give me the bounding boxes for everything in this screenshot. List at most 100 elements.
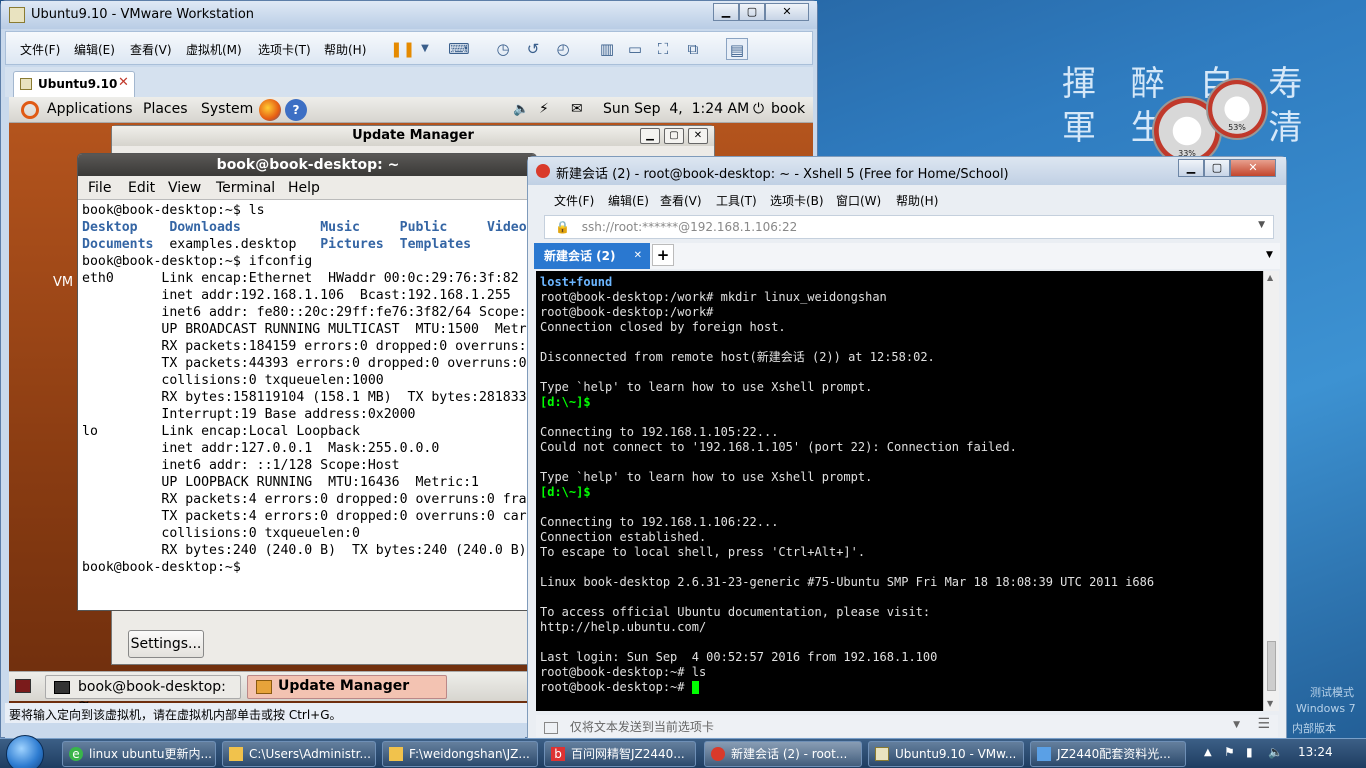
menu-file[interactable]: File [88,180,111,196]
ubuntu-logo-icon [21,101,39,119]
start-button[interactable] [6,735,44,768]
volume-icon[interactable]: 🔈 [513,102,529,117]
menu-terminal[interactable]: Terminal [216,180,275,196]
menu-help[interactable]: Help [288,180,320,196]
sidebar-toggle-icon[interactable]: ▥ [596,38,618,60]
terminal-titlebar[interactable]: book@book-desktop: ~ [78,154,536,176]
memory-gauge-widget[interactable]: 53% [1206,78,1268,140]
menu-applications[interactable]: Applications [47,101,133,117]
terminal-line: eth0 Link encap:Ethernet HWaddr 00:0c:29… [82,271,519,286]
help-icon[interactable]: ? [285,99,307,121]
menu-edit[interactable]: 编辑(E) [74,41,115,58]
taskbar-item-label: JZ2440配套资料光... [1057,747,1171,761]
menu-tabs[interactable]: 选项卡(B) [770,192,824,209]
tab-session-2[interactable]: 新建会话 (2) ✕ [534,243,650,269]
send-keys-icon[interactable]: ⌨ [448,38,470,60]
close-tab-icon[interactable]: ✕ [118,75,129,90]
tab-view-icon[interactable]: ▤ [726,38,748,60]
xshell-terminal-output[interactable]: lost+found root@book-desktop:/work# mkdir… [536,271,1263,711]
update-icon [256,680,272,694]
update-manager-titlebar[interactable]: Update Manager [112,126,714,146]
close-tab-icon[interactable]: ✕ [634,243,642,269]
windows-taskbar: e linux ubuntu更新内... C:\Users\Administr..… [0,735,1366,768]
tab-list-dropdown-icon[interactable]: ▼ [1266,250,1273,260]
menu-file[interactable]: 文件(F) [554,192,594,209]
terminal-scrollbar[interactable]: ▲ ▼ [1263,271,1279,711]
snapshot-manager-icon[interactable]: ◴ [552,38,574,60]
unity-icon[interactable]: ⧉ [682,38,704,60]
close-button[interactable]: ✕ [688,128,708,144]
new-tab-button[interactable]: + [652,244,674,266]
tray-network-icon[interactable]: ▮ [1246,745,1253,759]
show-desktop-icon[interactable] [15,679,31,693]
menu-places[interactable]: Places [143,101,188,117]
maximize-button[interactable]: ▢ [664,128,684,144]
menu-help[interactable]: 帮助(H) [896,192,938,209]
fullscreen-icon[interactable]: ⛶ [652,38,674,60]
tab-ubuntu[interactable]: Ubuntu9.10 ✕ [13,71,135,97]
xshell-line: Type `help' to learn how to use Xshell p… [540,380,873,394]
minimize-button[interactable]: ▁ [640,128,660,144]
address-bar[interactable]: 🔒 ssh://root:******@192.168.1.106:22 ▼ [544,215,1274,239]
vmware-titlebar[interactable]: Ubuntu9.10 - VMware Workstation ▁ ▢ ✕ [1,1,817,29]
scroll-thumb[interactable] [1267,641,1276,691]
address-dropdown-icon[interactable]: ▼ [1258,220,1265,230]
terminal-output[interactable]: book@book-desktop:~$ ls Desktop Downloads… [82,202,536,610]
menu-edit[interactable]: 编辑(E) [608,192,649,209]
menu-window[interactable]: 窗口(W) [836,192,881,209]
system-clock[interactable]: 13:24 [1298,745,1333,759]
maximize-button[interactable]: ▢ [739,3,765,21]
compose-menu-icon[interactable]: ☰ [1257,716,1270,732]
xshell-titlebar[interactable]: 新建会话 (2) - root@book-desktop: ~ - Xshell… [528,157,1286,185]
gnome-user[interactable]: book [771,101,805,117]
menu-edit[interactable]: Edit [128,180,155,196]
menu-help[interactable]: 帮助(H) [324,41,366,58]
firefox-icon[interactable] [259,99,281,121]
compose-dropdown-icon[interactable]: ▼ [1233,720,1240,730]
taskbar-item-vmware[interactable]: Ubuntu9.10 - VMw... [868,741,1024,767]
pause-icon[interactable]: ❚❚ [390,38,415,60]
menu-tabs[interactable]: 选项卡(T) [258,41,311,58]
compose-bar[interactable]: 仅将文本发送到当前选项卡 ▼ ☰ [536,715,1278,737]
menu-tools[interactable]: 工具(T) [716,192,757,209]
xshell-icon [711,747,725,761]
taskbar-item-pdf[interactable]: b 百问网精智JZ2440... [544,741,696,767]
settings-button[interactable]: Settings... [128,630,204,658]
menu-file[interactable]: 文件(F) [20,41,60,58]
terminal-icon [54,681,70,694]
close-button[interactable]: ✕ [1230,159,1276,177]
menu-view[interactable]: 查看(V) [130,41,172,58]
dropdown-arrow-icon[interactable]: ▼ [414,38,436,60]
menu-system[interactable]: System [201,101,253,117]
snapshot-icon[interactable]: ◷ [492,38,514,60]
xshell-tabstrip: 新建会话 (2) ✕ + ▼ [534,243,1280,269]
menu-view[interactable]: 查看(V) [660,192,702,209]
taskbar-item-folder[interactable]: JZ2440配套资料光... [1030,741,1186,767]
scroll-up-icon[interactable]: ▲ [1267,273,1273,282]
taskbar-item-xshell[interactable]: 新建会话 (2) - root... [704,741,862,767]
update-manager-title: Update Manager [352,128,474,143]
network-icon[interactable]: ⚡ [539,101,549,117]
close-button[interactable]: ✕ [765,3,809,21]
gnome-clock[interactable]: Sun Sep 4, 1:24 AM [603,101,749,117]
power-icon[interactable]: ⏻ [753,101,764,117]
menu-vm[interactable]: 虚拟机(M) [186,41,242,58]
xshell-line: To escape to local shell, press 'Ctrl+Al… [540,545,866,559]
tray-expand-icon[interactable]: ▲ [1204,747,1212,758]
maximize-button[interactable]: ▢ [1204,159,1230,177]
minimize-button[interactable]: ▁ [713,3,739,21]
revert-snapshot-icon[interactable]: ↺ [522,38,544,60]
taskbar-item-terminal[interactable]: book@book-desktop: ~ [45,675,241,703]
taskbar-item-explorer-1[interactable]: C:\Users\Administr... [222,741,376,767]
taskbar-item-update-manager[interactable]: Update Manager [247,675,447,699]
scroll-down-icon[interactable]: ▼ [1267,699,1273,708]
xshell-line: Connecting to 192.168.1.106:22... [540,515,779,529]
tray-flag-icon[interactable]: ⚑ [1224,745,1235,759]
console-view-icon[interactable]: ▭ [624,38,646,60]
tray-volume-icon[interactable]: 🔈 [1268,745,1283,759]
minimize-button[interactable]: ▁ [1178,159,1204,177]
taskbar-item-explorer-2[interactable]: F:\weidongshan\JZ... [382,741,538,767]
taskbar-item-browser[interactable]: e linux ubuntu更新内... [62,741,216,767]
mail-icon[interactable]: ✉ [571,101,583,117]
menu-view[interactable]: View [168,180,201,196]
